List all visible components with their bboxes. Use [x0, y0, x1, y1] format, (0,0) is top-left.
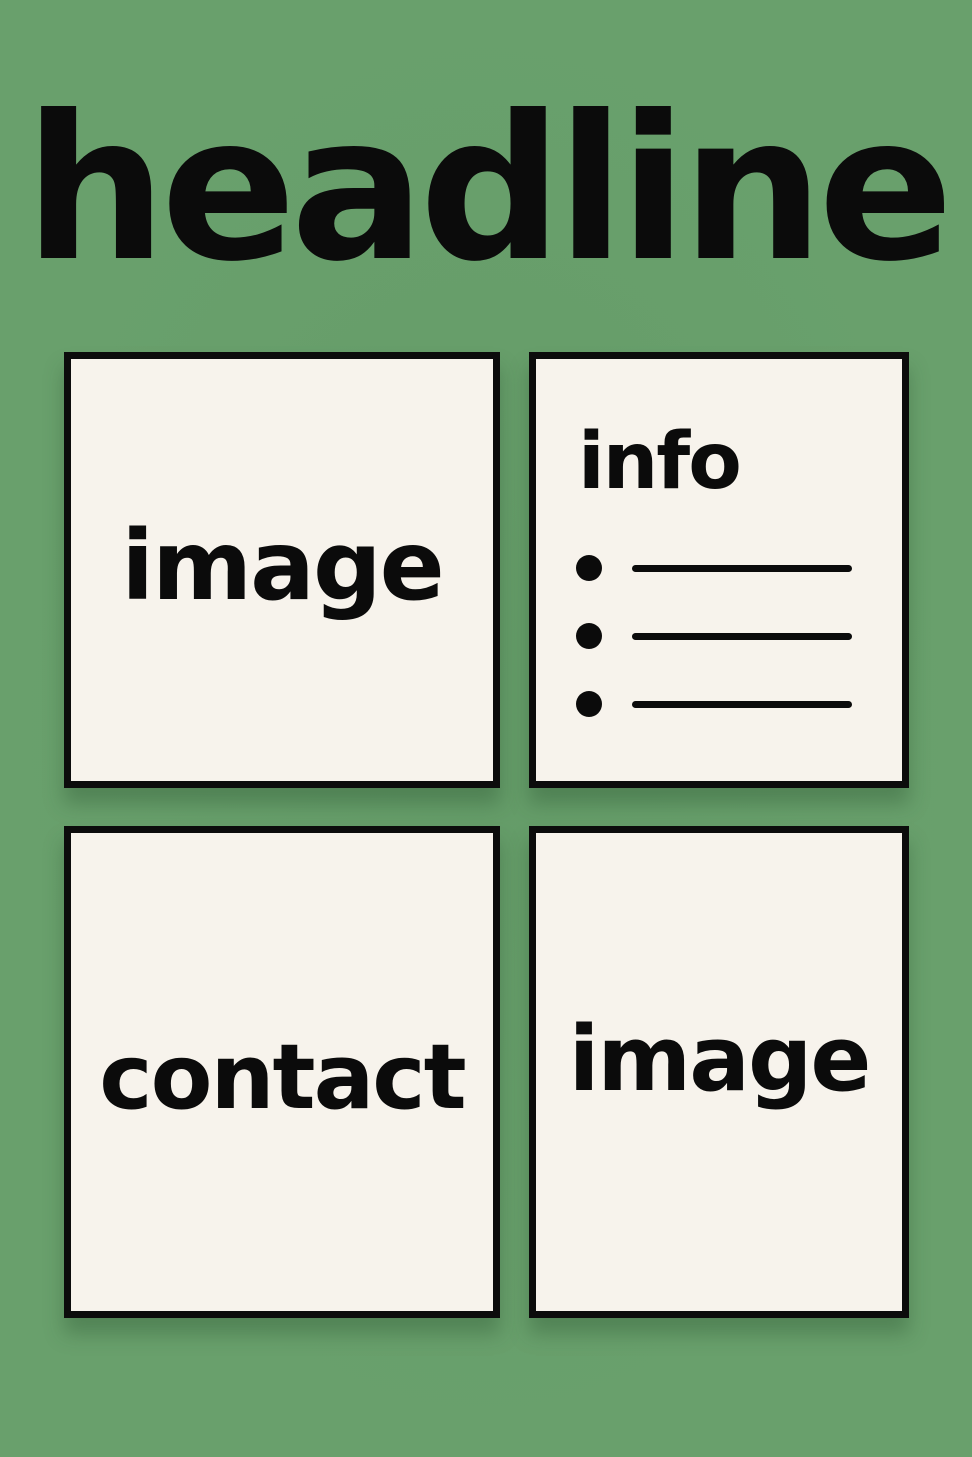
headline: headline — [24, 73, 953, 306]
info-panel: info — [529, 352, 909, 788]
image-label: image — [568, 1007, 872, 1112]
bullet-icon — [576, 623, 602, 649]
placeholder-line — [632, 565, 852, 572]
placeholder-line — [632, 633, 852, 640]
bullet-icon — [576, 555, 602, 581]
image-panel-top-left: image — [64, 352, 500, 788]
info-title: info — [578, 417, 742, 507]
image-label: image — [121, 510, 445, 622]
bullet-icon — [576, 691, 602, 717]
contact-panel: contact — [64, 826, 500, 1318]
info-list-item — [576, 623, 866, 653]
info-list-item — [576, 691, 866, 721]
placeholder-line — [632, 701, 852, 708]
image-panel-bottom-right: image — [529, 826, 909, 1318]
contact-label: contact — [99, 1025, 466, 1130]
info-list-item — [576, 555, 866, 585]
